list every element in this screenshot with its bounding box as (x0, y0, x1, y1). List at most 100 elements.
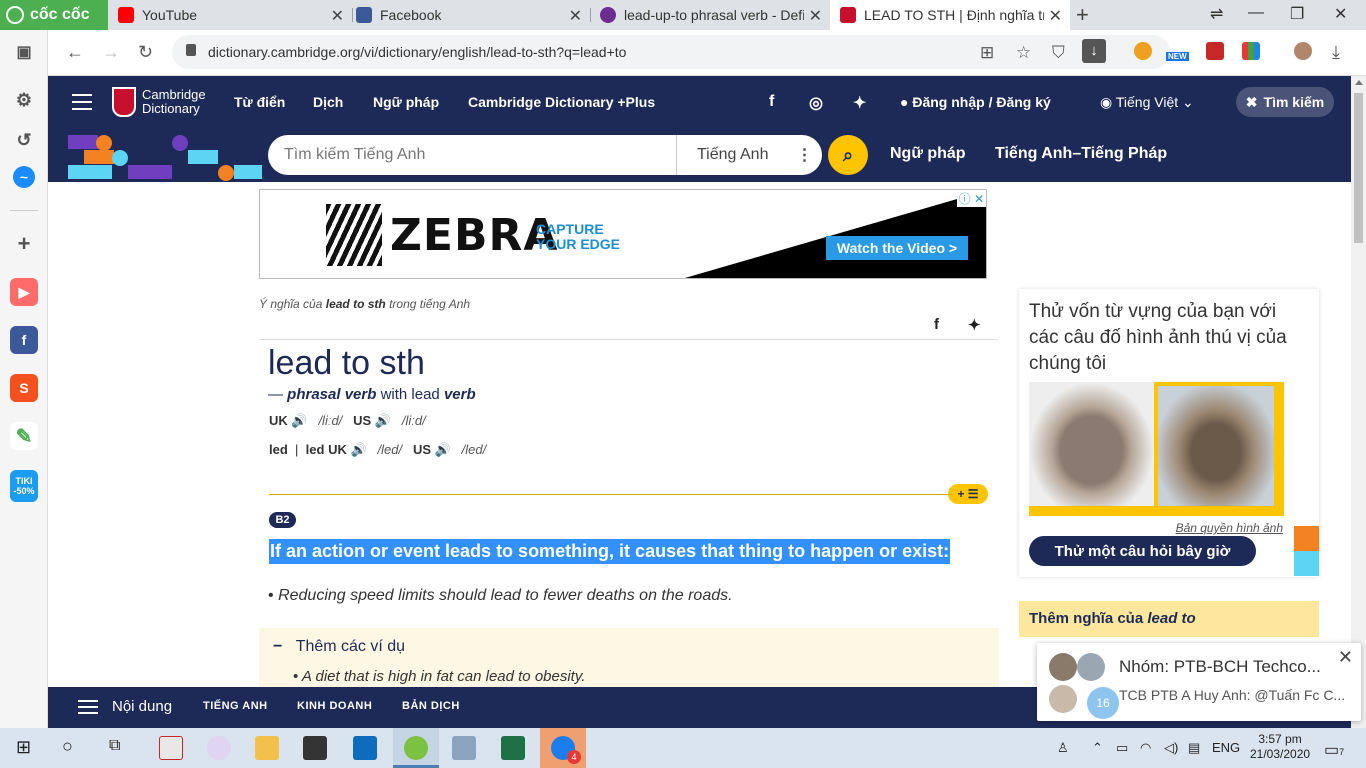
history-icon[interactable]: ↺ (10, 126, 38, 154)
image-credit-link[interactable]: Bản quyền hình ảnh (1176, 521, 1283, 535)
menu-icon[interactable] (72, 94, 92, 110)
extension-warning-icon[interactable] (1134, 42, 1152, 60)
new-tab-button[interactable]: + (1076, 2, 1089, 28)
ad-cta-button[interactable]: Watch the Video > (826, 236, 968, 260)
minimize-button[interactable]: — (1248, 4, 1264, 22)
back-button[interactable]: ← (66, 42, 84, 63)
tab-facebook[interactable]: Facebook ✕ (346, 0, 590, 30)
address-bar[interactable]: dictionary.cambridge.org/vi/dictionary/e… (172, 35, 1170, 69)
downloads-icon[interactable]: ⤓ (1332, 42, 1340, 63)
coccoc-shortcut-icon[interactable]: ✎ (10, 422, 38, 450)
zalo-icon[interactable]: 4 (551, 736, 581, 764)
new-extension-icon[interactable]: NEW (1166, 40, 1192, 62)
login-link[interactable]: ● Đăng nhập / Đăng ký (900, 94, 1051, 110)
coccoc-taskbar-icon[interactable] (404, 736, 428, 760)
extension-red-icon[interactable] (1206, 42, 1224, 60)
close-icon[interactable]: ✕ (1049, 6, 1062, 26)
audio-uk-icon[interactable]: 🔊 (350, 442, 366, 457)
quiz-images[interactable] (1029, 382, 1284, 516)
extension-grid-icon[interactable] (1242, 42, 1260, 60)
share-twitter-icon[interactable]: ✦ (968, 316, 981, 334)
facebook-icon[interactable]: f (769, 93, 774, 111)
english-french-link[interactable]: Tiếng Anh–Tiếng Pháp (995, 145, 1167, 163)
scroll-thumb[interactable] (1354, 93, 1363, 243)
file-explorer-icon[interactable] (255, 736, 279, 760)
ad-banner[interactable]: ZEBRA CAPTURE YOUR EDGE Watch the Video >… (259, 189, 987, 279)
cambridge-logo[interactable]: Cambridge Dictionary (112, 87, 206, 117)
dictionary-language-select[interactable]: Tiếng Anh ⋮ (676, 135, 812, 175)
sidebar-panel-icon[interactable]: ▣ (10, 38, 38, 66)
grammar-link[interactable]: Ngữ pháp (890, 145, 966, 163)
excel-icon[interactable] (501, 736, 525, 760)
nav-plus[interactable]: Cambridge Dictionary +Plus (468, 94, 655, 110)
battery-icon[interactable]: ▭ (1116, 740, 1128, 756)
page-scrollbar[interactable] (1351, 76, 1366, 728)
volume-icon[interactable]: ◁) (1164, 740, 1178, 756)
tab-search-icon[interactable]: ⇌ (1210, 4, 1223, 24)
sticky-app-icon[interactable] (303, 736, 327, 760)
instagram-icon[interactable]: ◎ (809, 93, 823, 113)
input-language[interactable]: ENG (1212, 740, 1240, 755)
forward-button[interactable]: → (102, 42, 120, 63)
take-quiz-button[interactable]: Thử một câu hỏi bây giờ (1029, 536, 1256, 566)
app-icon[interactable] (207, 736, 231, 760)
facebook-shortcut-icon[interactable]: f (10, 326, 38, 354)
settings-icon[interactable]: ⚙ (10, 86, 38, 114)
reload-button[interactable]: ↻ (138, 42, 153, 63)
ad-close-icon[interactable]: ⓘ ✕ (956, 190, 986, 207)
task-view-icon[interactable]: ⧉ (109, 737, 120, 755)
keyboard-icon[interactable]: ▤ (1188, 740, 1200, 756)
translate-icon[interactable]: ⊞ (980, 43, 994, 63)
download-media-icon[interactable]: ↓ (1082, 39, 1106, 63)
people-icon[interactable]: ♙ (1057, 740, 1069, 756)
audio-uk-icon[interactable]: 🔊 (291, 413, 307, 428)
tab-youtube[interactable]: YouTube ✕ (108, 0, 352, 30)
tab-phrasal-verb[interactable]: lead-up-to phrasal verb - Defi ✕ (590, 0, 830, 30)
search-toggle-button[interactable]: ✖ Tìm kiếm (1236, 87, 1334, 117)
search-button[interactable]: ⌕ (828, 135, 868, 175)
scroll-up-icon[interactable] (1355, 80, 1363, 85)
bookmark-star-icon[interactable]: ☆ (1016, 43, 1031, 63)
tiki-shortcut-icon[interactable]: TIKI -50% (10, 470, 38, 502)
audio-us-icon[interactable]: 🔊 (435, 442, 451, 457)
language-selector[interactable]: ◉ Tiếng Việt ⌄ (1100, 94, 1194, 111)
maximize-button[interactable]: ❐ (1290, 4, 1304, 24)
app-icon[interactable] (452, 736, 476, 760)
add-shortcut-icon[interactable]: + (10, 230, 38, 258)
nav-translate[interactable]: Dịch (313, 94, 343, 110)
tab-translations[interactable]: BẢN DỊCH (402, 700, 460, 712)
contents-menu-icon[interactable] (78, 700, 98, 714)
tab-english[interactable]: TIẾNG ANH (203, 700, 268, 712)
shield-icon[interactable]: ⛉ (1052, 43, 1065, 63)
close-icon[interactable]: ✕ (569, 6, 582, 26)
add-to-wordlist-button[interactable]: + ☰ (948, 484, 988, 504)
outlook-icon[interactable] (353, 736, 377, 760)
audio-us-icon[interactable]: 🔊 (375, 413, 391, 428)
more-meanings-header[interactable]: Thêm nghĩa của lead to (1019, 601, 1319, 637)
action-center-icon[interactable]: ▭7 (1324, 740, 1344, 760)
contents-label[interactable]: Nội dung (112, 698, 172, 715)
nav-grammar[interactable]: Ngữ pháp (373, 94, 439, 110)
share-facebook-icon[interactable]: f (934, 316, 939, 333)
close-icon[interactable]: ✕ (809, 6, 822, 26)
tab-lead-to-sth[interactable]: LEAD TO STH | Định nghĩa tro ✕ (830, 0, 1070, 30)
system-clock[interactable]: 3:57 pm 21/03/2020 (1250, 732, 1310, 762)
show-hidden-icons[interactable]: ⌃ (1092, 740, 1103, 756)
nav-dictionary[interactable]: Từ điển (234, 94, 285, 110)
close-icon[interactable]: ✕ (331, 6, 344, 26)
twitter-icon[interactable]: ✦ (853, 93, 866, 113)
close-notification-icon[interactable]: ✕ (1338, 647, 1353, 668)
search-icon[interactable]: ○ (62, 736, 73, 757)
chat-notification[interactable]: 16 Nhóm: PTB-BCH Techco... TCB PTB A Huy… (1037, 643, 1361, 721)
shopee-shortcut-icon[interactable]: S (10, 374, 38, 402)
tab-business[interactable]: KINH DOANH (297, 700, 372, 712)
wifi-icon[interactable]: ◠ (1140, 740, 1151, 756)
close-window-button[interactable]: ✕ (1334, 4, 1347, 24)
windows-start-icon[interactable]: ⊞ (16, 737, 31, 758)
youtube-shortcut-icon[interactable]: ▶ (10, 278, 38, 306)
search-input[interactable]: Tìm kiếm Tiếng Anh Tiếng Anh ⋮ (268, 135, 822, 175)
profile-avatar[interactable] (1294, 42, 1312, 60)
messenger-icon[interactable]: ~ (13, 166, 35, 188)
coccoc-menu-button[interactable]: cốc cốc (0, 0, 108, 30)
app-icon[interactable] (159, 736, 183, 760)
